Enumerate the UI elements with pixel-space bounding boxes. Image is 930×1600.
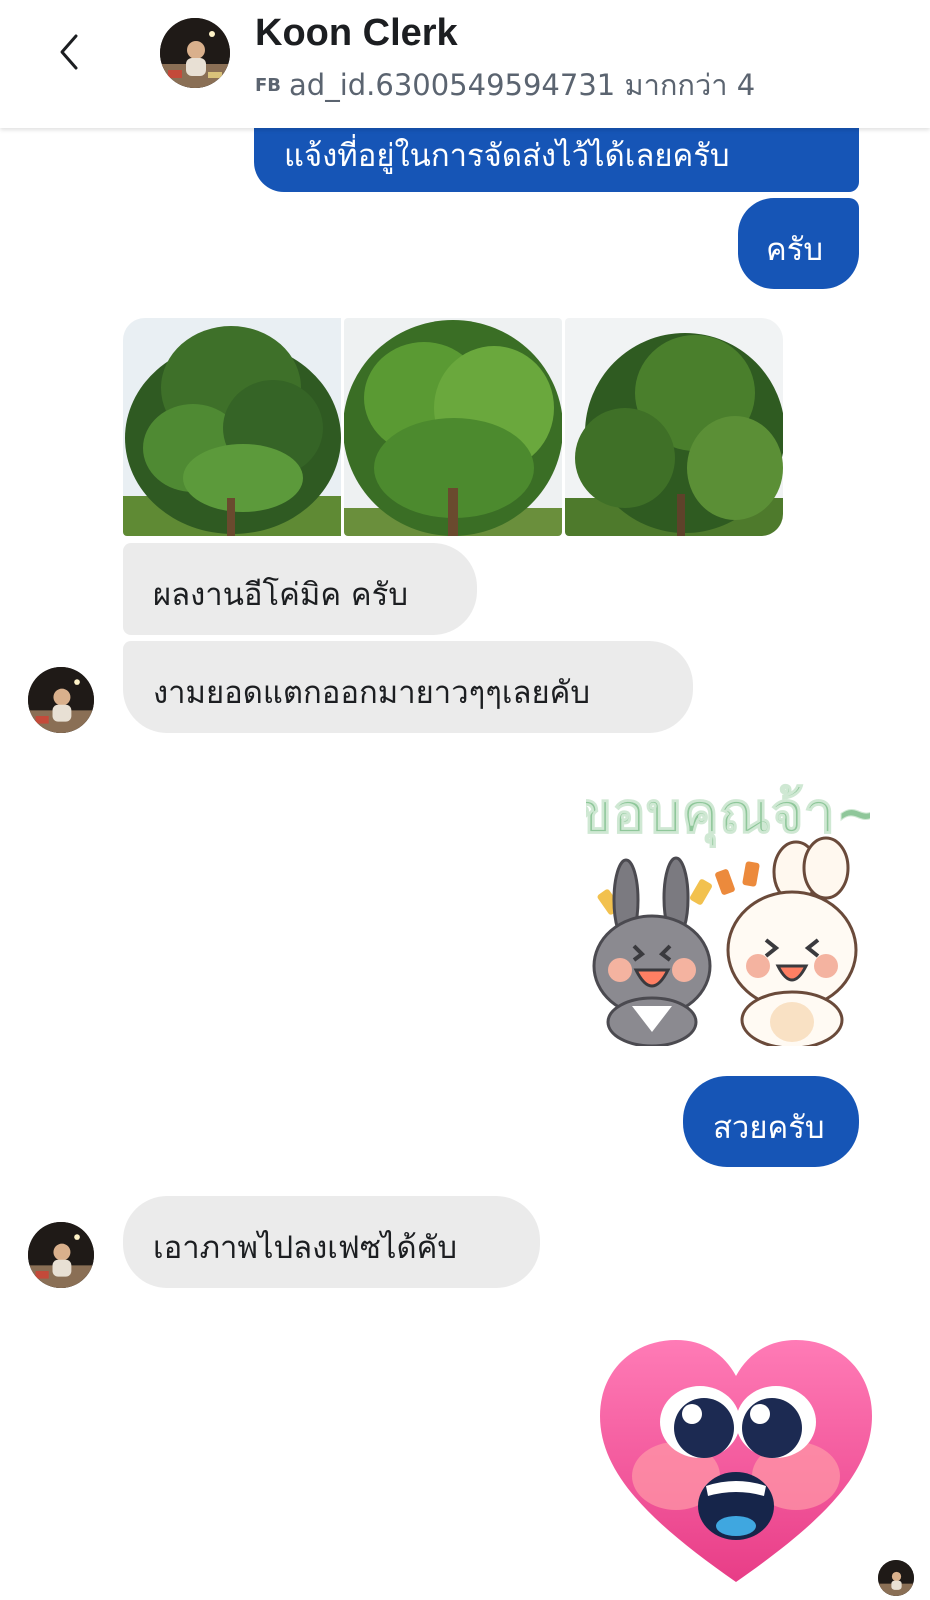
read-receipt-avatar (878, 1560, 914, 1596)
incoming-message[interactable]: งามยอดแตกออกมายาวๆๆเลยคับ (123, 641, 693, 733)
incoming-message[interactable]: เอาภาพไปลงเฟซได้คับ (123, 1196, 540, 1288)
sender-avatar[interactable] (28, 667, 94, 733)
message-text: ผลงานอีโค่มิค ครับ (153, 577, 408, 613)
message-text: แจ้งที่อยู่ในการจัดส่งไว้ได้เลยครับ (284, 138, 730, 174)
heart-face-sticker[interactable] (596, 1336, 876, 1586)
facebook-tag: FB (255, 75, 282, 96)
outgoing-message[interactable]: ครับ (738, 198, 859, 289)
durian-tree-photo[interactable] (344, 318, 562, 536)
chat-header: Koon Clerk FB ad_id.6300549594731 มากกว่า… (0, 0, 930, 128)
chevron-left-icon (60, 34, 78, 70)
durian-tree-photo[interactable] (123, 318, 341, 536)
durian-tree-photo[interactable] (565, 318, 783, 536)
message-text: เอาภาพไปลงเฟซได้คับ (153, 1230, 458, 1266)
incoming-message[interactable]: ผลงานอีโค่มิค ครับ (123, 543, 477, 635)
sender-avatar[interactable] (28, 1222, 94, 1288)
ad-id-text: ad_id.6300549594731 มากกว่า 4 (289, 68, 756, 102)
photo-attachments (123, 318, 783, 536)
message-text: งามยอดแตกออกมายาวๆๆเลยคับ (153, 675, 591, 711)
message-text: ครับ (766, 232, 824, 268)
thank-you-sticker[interactable]: ขอบคุณจ้า~ (573, 770, 883, 1050)
outgoing-message[interactable]: สวยครับ (683, 1076, 859, 1167)
contact-name[interactable]: Koon Clerk (255, 12, 458, 55)
contact-avatar[interactable] (160, 18, 230, 88)
back-button[interactable] (50, 30, 90, 74)
contact-subtitle: FB ad_id.6300549594731 มากกว่า 4 (255, 62, 755, 108)
message-text: สวยครับ (713, 1110, 825, 1146)
